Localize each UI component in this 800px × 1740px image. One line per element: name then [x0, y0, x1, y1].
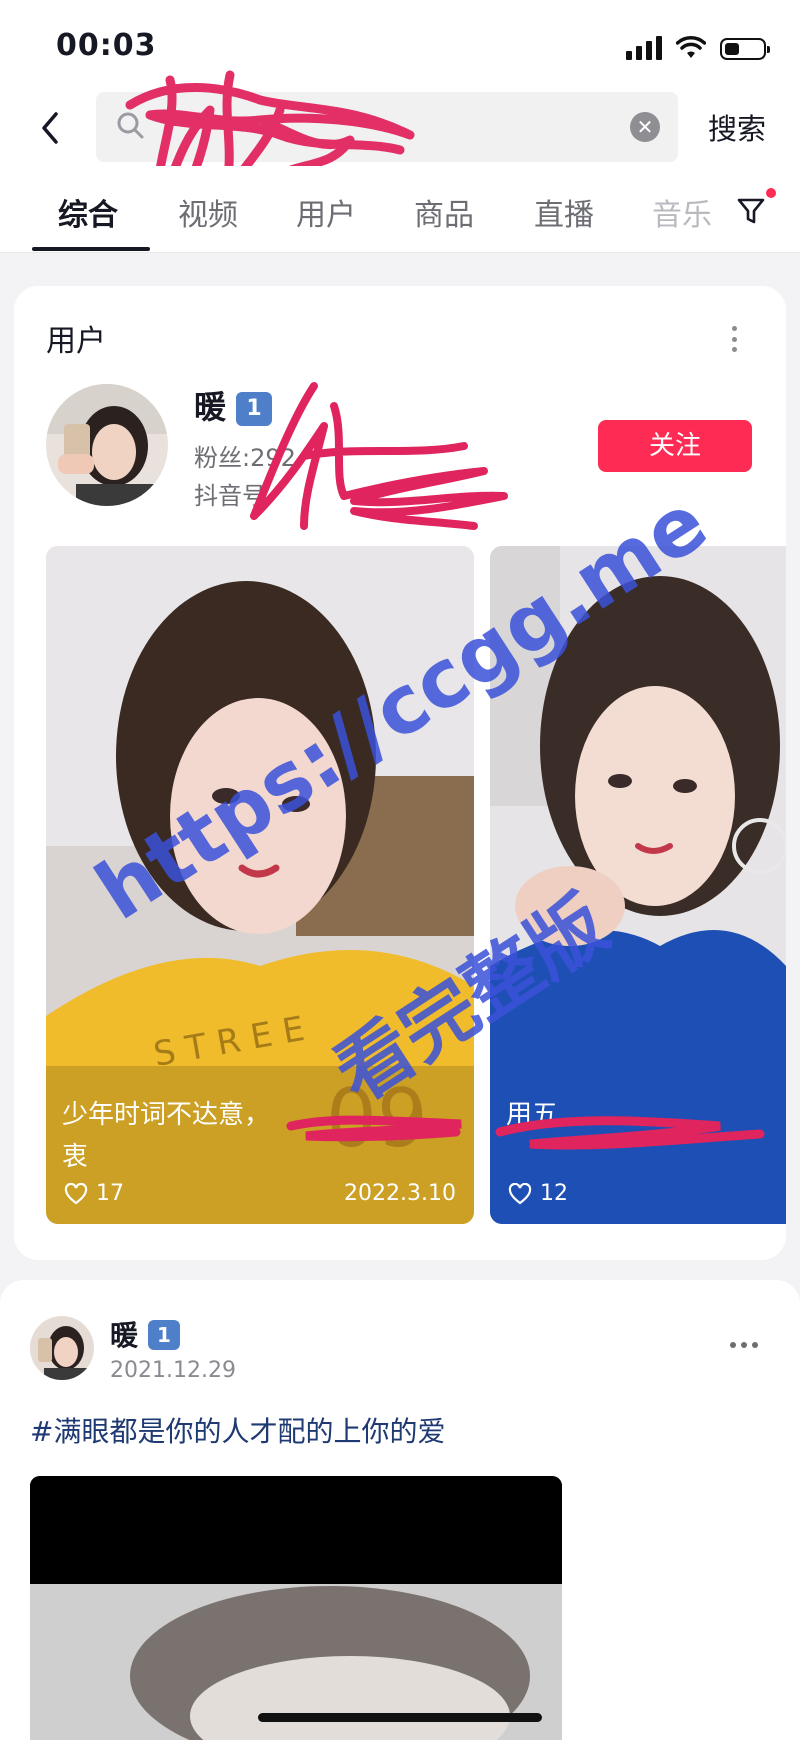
user-name[interactable]: 暖1	[194, 382, 273, 428]
avatar[interactable]	[30, 1316, 94, 1380]
user-section-card: 用户 暖1 粉丝:292 抖音号 关注 S T R E E 09 少年时词不达意…	[14, 286, 786, 1260]
post-author[interactable]: 暖1	[110, 1314, 181, 1354]
fans-count: 粉丝:292	[194, 444, 296, 472]
heart-icon	[64, 1182, 88, 1204]
post-video[interactable]	[30, 1476, 562, 1740]
tab-users[interactable]: 用户	[296, 190, 356, 234]
more-vertical-icon[interactable]	[732, 326, 738, 352]
like-count-value: 12	[540, 1181, 568, 1206]
like-count: 17	[64, 1181, 124, 1206]
tab-live[interactable]: 直播	[534, 190, 594, 234]
tab-products[interactable]: 商品	[414, 190, 474, 234]
battery-icon	[720, 38, 770, 60]
status-time: 00:03	[56, 28, 157, 63]
post-date: 2021.12.29	[110, 1358, 236, 1383]
search-box[interactable]: ✕	[96, 92, 678, 164]
redaction-scribble	[495, 1116, 765, 1150]
search-tabs: 综合 视频 用户 商品 直播 音乐	[0, 166, 800, 253]
video-title-text: 少年时词不达意，	[62, 1100, 271, 1130]
avatar[interactable]	[46, 384, 168, 506]
like-count-value: 17	[96, 1181, 124, 1206]
video-thumbnail[interactable]: S T R E E 09 少年时词不达意， 衷 17 2022.3.10	[46, 546, 474, 1224]
douyin-id: 抖音号	[194, 482, 266, 510]
video-date: 2022.3.10	[344, 1181, 456, 1206]
search-header: ✕ 搜索	[0, 92, 800, 166]
back-arrow-icon[interactable]	[28, 104, 72, 152]
wifi-icon	[676, 36, 706, 58]
clear-icon[interactable]: ✕	[630, 112, 660, 142]
video-title-tail: 衷	[62, 1142, 89, 1172]
follow-button[interactable]: 关注	[598, 420, 752, 472]
tab-comprehensive[interactable]: 综合	[58, 190, 118, 234]
video-thumbnail[interactable]: 用五 12	[490, 546, 786, 1224]
level-badge: 1	[148, 1320, 181, 1350]
like-count: 12	[508, 1181, 568, 1206]
filter-notification-dot	[766, 188, 776, 198]
more-horizontal-icon[interactable]	[730, 1342, 758, 1348]
tab-music[interactable]: 音乐	[652, 190, 712, 234]
post-card: 暖1 2021.12.29 #满眼都是你的人才配的上你的爱	[0, 1280, 800, 1740]
section-title: 用户	[46, 324, 106, 359]
tab-video[interactable]: 视频	[178, 190, 238, 234]
search-icon	[117, 112, 144, 139]
post-author-name: 暖	[110, 1319, 139, 1352]
cellular-signal-icon	[626, 36, 662, 60]
active-tab-indicator	[32, 247, 150, 251]
status-icons	[626, 34, 770, 60]
status-bar: 00:03	[0, 0, 800, 92]
user-name-text: 暖	[194, 388, 227, 426]
level-badge: 1	[236, 392, 273, 426]
home-indicator	[258, 1713, 542, 1722]
search-input[interactable]	[154, 92, 618, 164]
filter-icon[interactable]	[736, 196, 766, 226]
post-video-image	[30, 1476, 562, 1740]
search-button[interactable]: 搜索	[708, 106, 766, 148]
heart-icon	[508, 1182, 532, 1204]
redaction-scribble	[286, 1115, 462, 1142]
post-hashtag-text[interactable]: #满眼都是你的人才配的上你的爱	[30, 1410, 445, 1450]
